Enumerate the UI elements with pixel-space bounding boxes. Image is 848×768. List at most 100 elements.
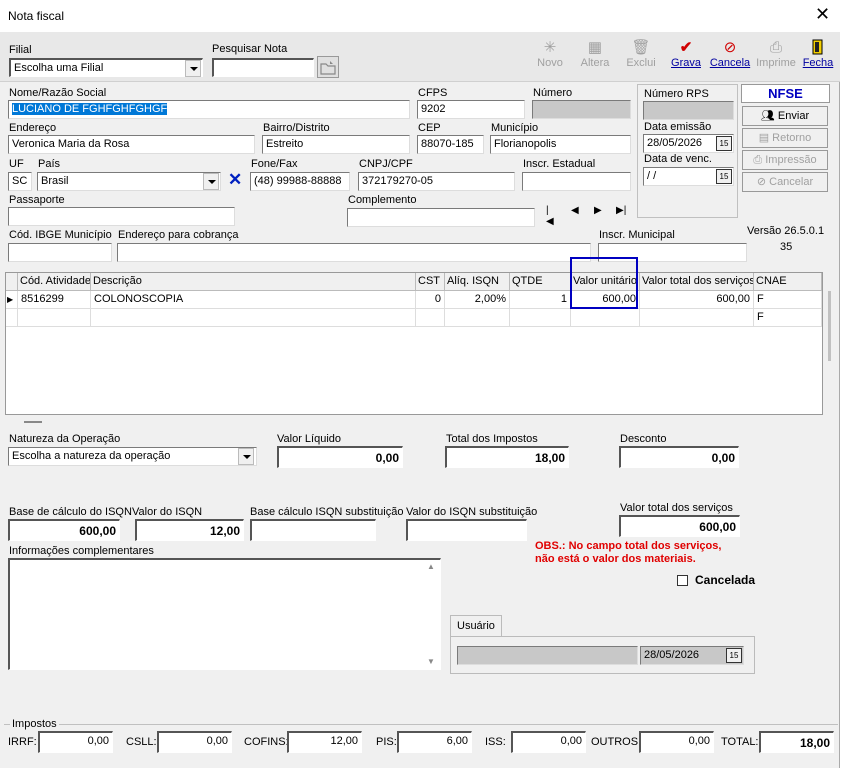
scroll-up-icon[interactable]: ▲ <box>427 562 435 571</box>
altera-button[interactable]: ▦ Altera <box>572 39 618 69</box>
cnpj-input[interactable]: 372179270-05 <box>358 172 515 191</box>
table-cell[interactable]: F <box>754 291 822 309</box>
table-cell[interactable]: 600,00 <box>640 291 754 309</box>
base-isqn-input[interactable]: 600,00 <box>8 519 120 541</box>
calendar-icon[interactable]: 15 <box>726 648 742 663</box>
cancelada-checkbox[interactable] <box>677 575 688 586</box>
cancela-button[interactable]: ⊘ Cancela <box>707 39 753 69</box>
col-header-valor-total[interactable]: Valor total dos serviços <box>640 273 754 291</box>
total-input[interactable]: 18,00 <box>759 731 834 753</box>
numero-input <box>532 100 631 119</box>
filial-dropdown-icon[interactable] <box>185 60 201 77</box>
valor-isqn-input[interactable]: 12,00 <box>135 519 244 541</box>
table-cell[interactable] <box>510 309 571 327</box>
edit-icon: ▦ <box>587 39 603 56</box>
cofins-input[interactable]: 12,00 <box>287 731 362 753</box>
prev-record-icon[interactable]: ◀ <box>571 205 579 216</box>
table-cell[interactable] <box>416 309 445 327</box>
inscr-estadual-input[interactable] <box>522 172 631 191</box>
col-header-aliq[interactable]: Alíq. ISQN <box>445 273 510 291</box>
first-record-icon[interactable]: |◀ <box>546 205 554 227</box>
cep-input[interactable]: 88070-185 <box>417 135 484 154</box>
col-header-cst[interactable]: CST <box>416 273 445 291</box>
cobranca-input[interactable] <box>117 243 591 262</box>
outros-input[interactable]: 0,00 <box>639 731 714 753</box>
clear-x-icon[interactable]: ✕ <box>228 170 242 190</box>
check-icon: ✔ <box>679 39 693 56</box>
table-cell[interactable]: 8516299 <box>18 291 91 309</box>
table-cell[interactable] <box>640 309 754 327</box>
pais-dropdown-icon[interactable] <box>203 173 219 190</box>
csll-input[interactable]: 0,00 <box>157 731 232 753</box>
bairro-input[interactable]: Estreito <box>262 135 410 154</box>
scroll-down-icon[interactable]: ▼ <box>427 657 435 666</box>
base-sub-input[interactable] <box>250 519 376 541</box>
col-header-cod-atividade[interactable]: Cód. Atividade <box>18 273 91 291</box>
natureza-dropdown-icon[interactable] <box>238 448 254 465</box>
imprime-button[interactable]: ⎙ Imprime <box>753 39 799 69</box>
filial-select-value: Escolha uma Filial <box>14 62 104 74</box>
cancelar-button[interactable]: ⊘ Cancelar <box>742 172 828 192</box>
complemento-label: Complemento <box>348 194 417 206</box>
cfps-input[interactable]: 9202 <box>417 100 525 119</box>
table-cell[interactable] <box>445 309 510 327</box>
ibge-input[interactable] <box>8 243 112 262</box>
uf-input[interactable]: SC <box>8 172 32 191</box>
col-header-cnae[interactable]: CNAE <box>754 273 822 291</box>
fecha-button[interactable]: Fecha <box>795 39 841 69</box>
calendar-icon[interactable]: 15 <box>716 136 732 151</box>
natureza-select[interactable]: Escolha a natureza da operação <box>8 447 257 466</box>
user-send-icon: 👥︎ <box>760 110 778 122</box>
table-cell[interactable]: 2,00% <box>445 291 510 309</box>
municipio-input[interactable]: Florianopolis <box>490 135 631 154</box>
pesquisar-input[interactable] <box>212 58 314 77</box>
col-header-descricao[interactable]: Descrição <box>91 273 416 291</box>
valor-liquido-input[interactable]: 0,00 <box>277 446 403 468</box>
pis-input[interactable]: 6,00 <box>397 731 472 753</box>
desconto-input[interactable]: 0,00 <box>619 446 739 468</box>
search-folder-icon[interactable] <box>317 56 339 78</box>
pais-select[interactable]: Brasil <box>37 172 221 191</box>
data-venc-label: Data de venc. <box>644 153 712 165</box>
grava-label: Grava <box>671 57 701 69</box>
complemento-input[interactable] <box>347 208 535 227</box>
fone-input[interactable]: (48) 99988-88888 <box>250 172 350 191</box>
filial-select[interactable]: Escolha uma Filial <box>9 58 203 77</box>
valor-total-input[interactable]: 600,00 <box>619 515 740 537</box>
next-record-icon[interactable]: ▶ <box>594 205 602 216</box>
grid-scrollbar[interactable] <box>828 291 831 361</box>
table-cell[interactable] <box>91 309 416 327</box>
total-impostos-input[interactable]: 18,00 <box>445 446 569 468</box>
retorno-button[interactable]: ▤ Retorno <box>742 128 828 148</box>
numero-rps-label: Número RPS <box>644 88 709 100</box>
table-cell[interactable]: F <box>754 309 822 327</box>
novo-button[interactable]: ✳ Novo <box>527 39 573 69</box>
exclui-button[interactable]: 🗑︎ Exclui <box>618 39 664 69</box>
irrf-input[interactable]: 0,00 <box>38 731 113 753</box>
table-cell[interactable] <box>571 309 640 327</box>
table-cell[interactable] <box>18 309 91 327</box>
iss-input[interactable]: 0,00 <box>511 731 586 753</box>
info-textarea[interactable] <box>8 558 441 670</box>
cep-label: CEP <box>418 122 441 134</box>
passaporte-input[interactable] <box>8 207 235 226</box>
ibge-label: Cód. IBGE Município <box>9 229 112 241</box>
calendar-icon[interactable]: 15 <box>716 169 732 184</box>
focus-highlight-box <box>570 257 638 309</box>
pesquisar-label: Pesquisar Nota <box>212 43 288 55</box>
enviar-button[interactable]: 👥︎ Enviar <box>742 106 828 126</box>
close-icon[interactable]: ✕ <box>815 4 830 25</box>
tab-usuario[interactable]: Usuário <box>450 615 502 637</box>
endereco-input[interactable]: Veronica Maria da Rosa <box>8 135 255 154</box>
table-cell[interactable]: COLONOSCOPIA <box>91 291 416 309</box>
grid-splitter[interactable] <box>24 421 42 423</box>
table-cell[interactable]: 1 <box>510 291 571 309</box>
last-record-icon[interactable]: ▶| <box>616 205 626 216</box>
valor-sub-input[interactable] <box>406 519 527 541</box>
col-header-qtde[interactable]: QTDE <box>510 273 571 291</box>
nome-input[interactable]: LUCIANO DE FGHFGHFGHGF <box>8 100 410 119</box>
grava-button[interactable]: ✔ Grava <box>663 39 709 69</box>
impressao-button[interactable]: ⎙ Impressão <box>742 150 828 170</box>
table-cell[interactable]: 0 <box>416 291 445 309</box>
services-grid: Cód. Atividade Descrição CST Alíq. ISQN … <box>5 257 831 423</box>
